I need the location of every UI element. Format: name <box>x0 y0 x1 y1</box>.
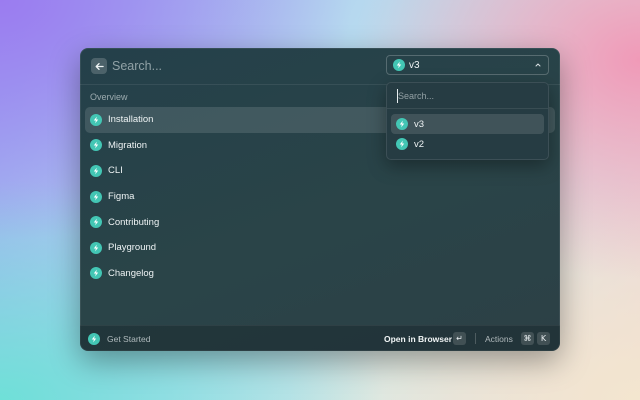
version-select[interactable]: v3 <box>386 55 549 75</box>
lightning-bolt-icon <box>90 190 102 203</box>
k-key-hint: K <box>537 332 550 345</box>
divider <box>387 108 548 109</box>
action-bar: Get Started Open in Browser ↵ Actions ⌘ … <box>80 325 560 351</box>
section-header: Overview <box>90 92 128 102</box>
command-key-hint: ⌘ <box>521 332 534 345</box>
list-item-cli[interactable]: CLI <box>85 158 555 184</box>
list-item-figma[interactable]: Figma <box>85 184 555 210</box>
search-input[interactable] <box>112 57 332 75</box>
lightning-bolt-icon <box>88 333 100 345</box>
list-item-label: Migration <box>108 139 148 151</box>
chevron-up-down-icon <box>535 63 541 67</box>
lightning-bolt-icon <box>396 138 408 150</box>
lightning-bolt-icon <box>90 216 102 229</box>
lightning-bolt-icon <box>90 113 102 126</box>
list-item-label: Figma <box>108 191 135 203</box>
top-bar: v3 <box>80 48 560 85</box>
lightning-bolt-icon <box>90 241 102 254</box>
option-label: v3 <box>414 118 425 130</box>
lightning-bolt-icon <box>396 118 408 130</box>
dropdown-option-v2[interactable]: v2 <box>391 134 544 154</box>
footer-title: Get Started <box>107 334 151 344</box>
back-button[interactable] <box>91 58 107 74</box>
command-palette-window: v3 Overview Installation Migration CLI F… <box>80 48 560 351</box>
divider <box>475 333 476 344</box>
lightning-bolt-icon <box>90 164 102 177</box>
list-item-label: Playground <box>108 242 157 254</box>
dropdown-search-input[interactable] <box>397 89 538 103</box>
actions-button[interactable]: Actions <box>485 334 513 344</box>
dropdown-option-v3[interactable]: v3 <box>391 114 544 134</box>
option-label: v2 <box>414 138 425 150</box>
list-item-changelog[interactable]: Changelog <box>85 261 555 287</box>
lightning-bolt-icon <box>90 267 102 280</box>
open-in-browser-button[interactable]: Open in Browser <box>384 334 452 344</box>
version-dropdown: v3 v2 <box>386 82 549 160</box>
list-item-label: CLI <box>108 165 123 177</box>
list-item-label: Contributing <box>108 216 160 228</box>
list-item-label: Installation <box>108 114 154 126</box>
list-item-label: Changelog <box>108 267 154 279</box>
list-item-playground[interactable]: Playground <box>85 235 555 261</box>
lightning-bolt-icon <box>393 59 405 71</box>
arrow-left-icon <box>95 62 104 70</box>
lightning-bolt-icon <box>90 139 102 152</box>
list-item-contributing[interactable]: Contributing <box>85 209 555 235</box>
enter-key-hint: ↵ <box>453 332 466 345</box>
version-select-value: v3 <box>409 59 420 71</box>
